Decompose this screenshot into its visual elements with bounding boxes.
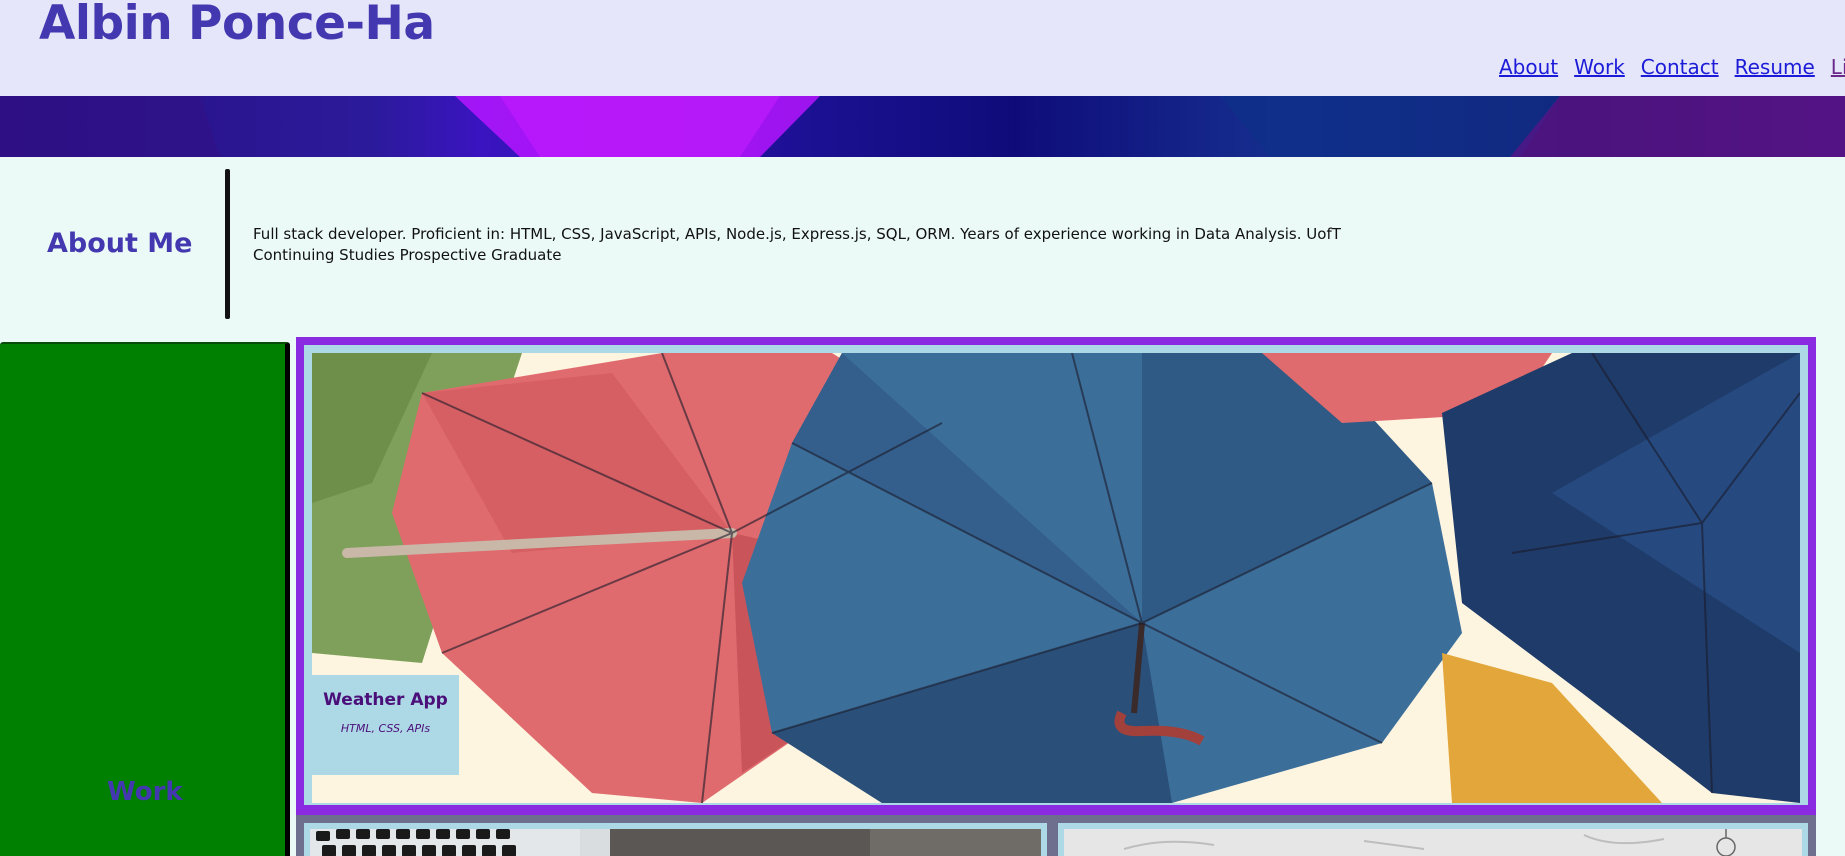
project-card-1[interactable] [304, 823, 1047, 856]
project-card-2[interactable] [1058, 823, 1808, 856]
umbrellas-image[interactable] [312, 353, 1800, 803]
project-tech: HTML, CSS, APIs [340, 722, 431, 735]
laptop-keyboard-photo [310, 829, 1041, 856]
featured-project-frame: Weather App HTML, CSS, APIs [304, 345, 1808, 805]
banner-graphic [0, 96, 1845, 157]
hero-banner [0, 96, 1845, 157]
about-text: Full stack developer. Proficient in: HTM… [253, 225, 1341, 264]
nav-link-contact[interactable]: Contact [1641, 55, 1719, 81]
featured-project-card[interactable]: Weather App HTML, CSS, APIs [296, 337, 1816, 815]
main-nav: About Work Contact Resume Linke [1499, 55, 1845, 81]
project-title[interactable]: Weather App [312, 690, 459, 710]
project-caption[interactable]: Weather App HTML, CSS, APIs [312, 675, 459, 775]
work-heading: Work [107, 777, 183, 807]
about-divider [225, 169, 230, 319]
nav-link-resume[interactable]: Resume [1735, 55, 1815, 81]
sketch-paper-image [1064, 829, 1802, 856]
project-row [296, 815, 1816, 856]
laptop-keyboard-image [310, 829, 1041, 856]
nav-link-work[interactable]: Work [1574, 55, 1625, 81]
site-header: Albin Ponce-Ha About Work Contact Resume… [0, 0, 1845, 96]
nav-link-about[interactable]: About [1499, 55, 1558, 81]
nav-link-linkedin[interactable]: Linke [1831, 55, 1845, 81]
about-heading: About Me [47, 228, 193, 259]
site-title: Albin Ponce-Ha [39, 0, 435, 51]
sketch-paper-photo [1064, 829, 1802, 856]
umbrellas-photo [312, 353, 1800, 803]
